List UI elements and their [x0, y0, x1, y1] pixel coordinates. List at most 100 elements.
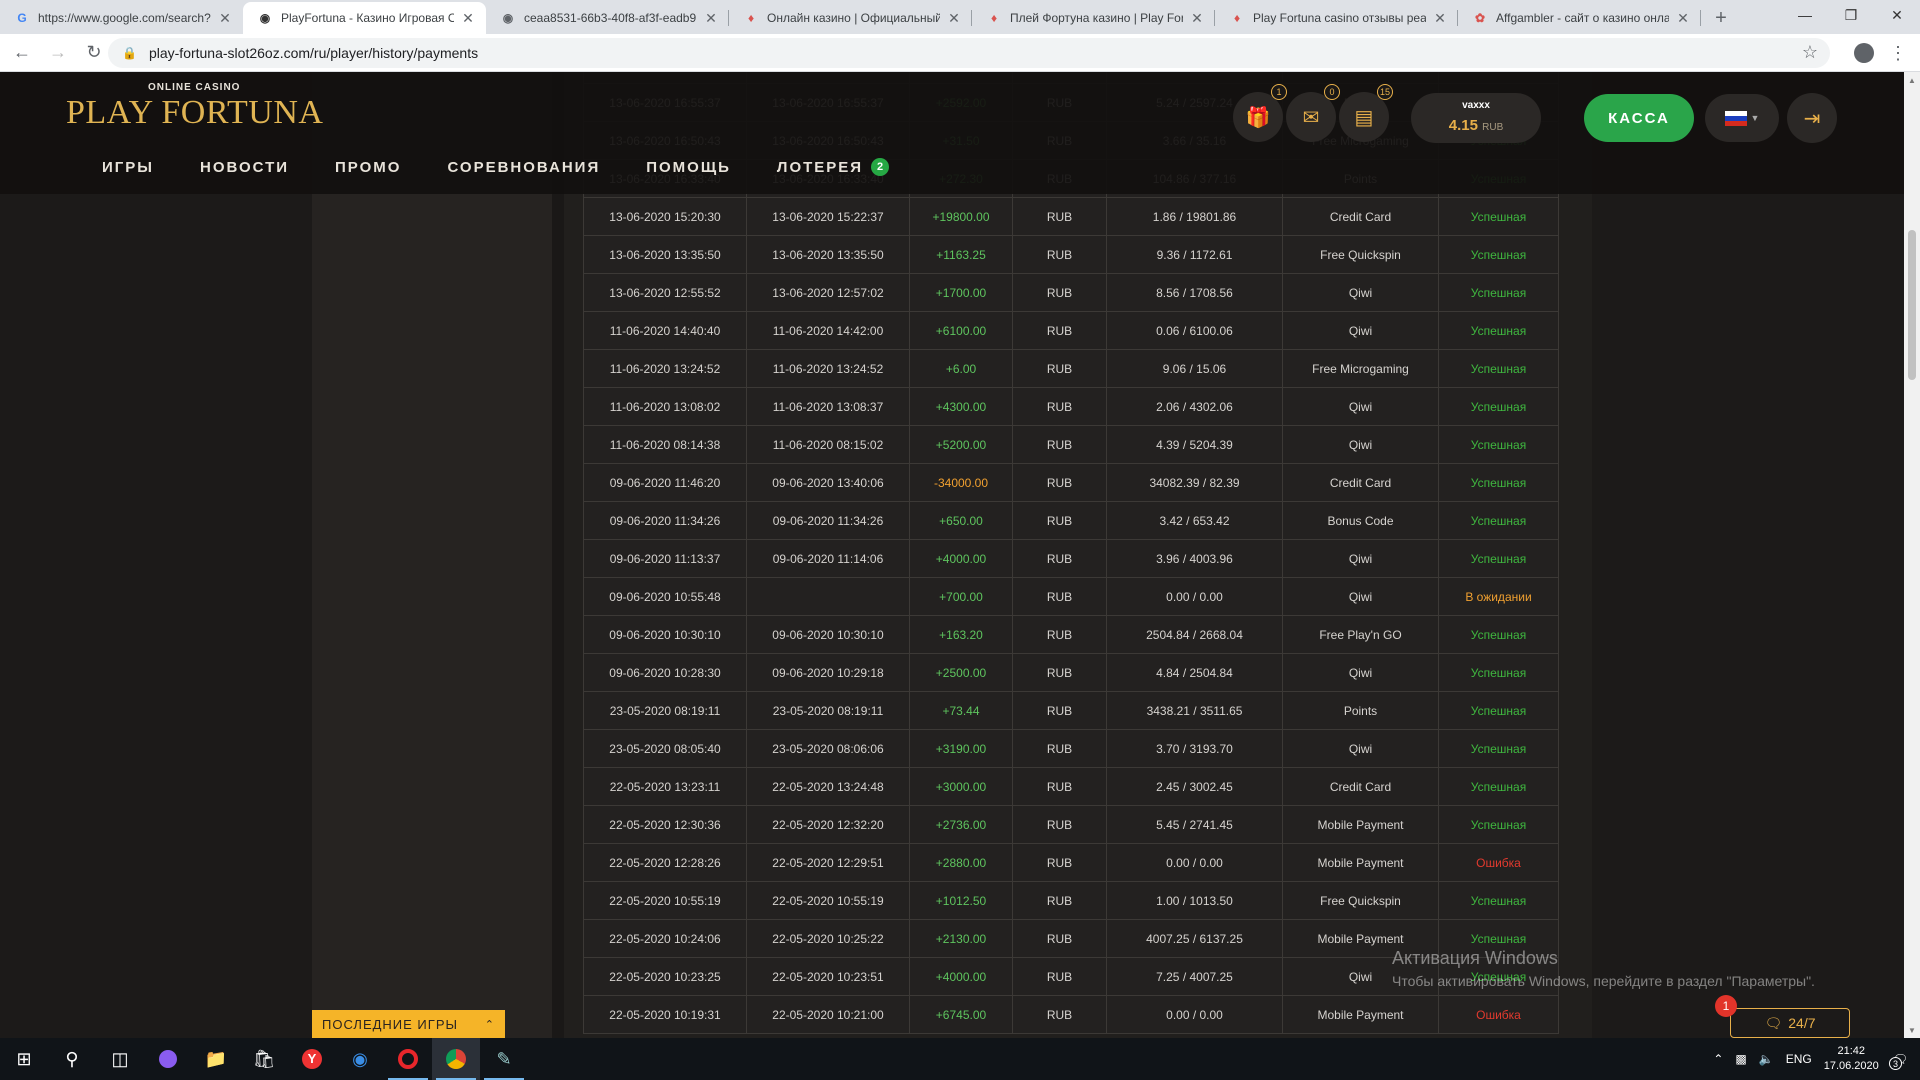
file-explorer-icon[interactable]: 📁 [192, 1038, 240, 1080]
method-cell: Bonus Code [1282, 501, 1439, 540]
table-row: 23-05-2020 08:19:11 23-05-2020 08:19:11 +7… [583, 691, 1559, 730]
new-tab-button[interactable]: + [1705, 2, 1737, 34]
url-field[interactable]: 🔒 play-fortuna-slot26oz.com/ru/player/hi… [108, 37, 1830, 68]
clock-time: 21:42 [1837, 1045, 1865, 1057]
nav-item-help[interactable]: ПОМОЩЬ [646, 158, 731, 176]
created-date-cell: 13-06-2020 12:55:52 [583, 273, 747, 312]
opera-icon[interactable] [384, 1038, 432, 1080]
browser-menu-icon[interactable]: ⋮ [1886, 39, 1910, 67]
browser-tab[interactable]: ◉ PlayFortuna - Казино Игровая О ✕ [243, 2, 486, 34]
network-icon[interactable]: ▩ [1735, 1052, 1746, 1066]
notifications-icon[interactable]: 🗨3 [1889, 1052, 1908, 1070]
chrome-icon[interactable] [432, 1038, 480, 1080]
windows-activation-watermark: Активация Windows Чтобы активировать Win… [1392, 948, 1815, 989]
nav-item-promo[interactable]: ПРОМО [335, 158, 401, 176]
amount-cell: +650.00 [909, 501, 1013, 540]
amount-cell: +4000.00 [909, 539, 1013, 578]
table-row: 11-06-2020 13:24:52 11-06-2020 13:24:52 +6… [583, 349, 1559, 388]
close-tab-icon[interactable]: ✕ [460, 10, 476, 27]
address-bar: ← → ↻ 🔒 play-fortuna-slot26oz.com/ru/pla… [0, 34, 1920, 72]
bookmark-star-icon[interactable]: ☆ [1802, 42, 1818, 63]
processed-date-cell: 22-05-2020 10:55:19 [746, 881, 910, 920]
affgambler-icon: ✿ [1474, 11, 1486, 25]
back-arrow-icon[interactable]: ← [8, 39, 36, 67]
scroll-up-arrow-icon[interactable]: ▲ [1904, 72, 1920, 88]
page-scrollbar[interactable]: ▲ ▼ [1904, 72, 1920, 1038]
nav-lottery-label: ЛОТЕРЕЯ [776, 158, 864, 176]
chat-bubble-icon: 🗨 [1764, 1014, 1783, 1031]
processed-date-cell: 13-06-2020 12:57:02 [746, 273, 910, 312]
browser-tab[interactable]: ♦ Онлайн казино | Официальный ✕ [729, 2, 972, 34]
minimize-button[interactable]: — [1782, 0, 1828, 30]
internet-explorer-icon[interactable]: ◉ [336, 1038, 384, 1080]
cashier-button[interactable]: КАССА [1584, 94, 1694, 142]
processed-date-cell: 09-06-2020 10:29:18 [746, 653, 910, 692]
task-view-icon[interactable]: ◫ [96, 1038, 144, 1080]
processed-date-cell: 22-05-2020 10:21:00 [746, 995, 910, 1034]
amount-cell: -34000.00 [909, 463, 1013, 502]
gift-icon[interactable]: 🎁 1 [1233, 84, 1287, 142]
processed-date-cell: 11-06-2020 08:15:02 [746, 425, 910, 464]
close-tab-icon[interactable]: ✕ [217, 10, 233, 27]
browser-tab[interactable]: Ghttps://www.google.com/search? ✕ [0, 2, 243, 34]
scroll-thumb[interactable] [1908, 230, 1916, 380]
forward-arrow-icon[interactable]: → [44, 39, 72, 67]
maximize-button[interactable]: ❐ [1828, 0, 1874, 30]
recent-games-toggle[interactable]: ПОСЛЕДНИЕ ИГРЫ ⌃ [312, 1010, 505, 1038]
username: vaxxx [1462, 100, 1490, 111]
store-icon[interactable]: 🛍 [240, 1038, 288, 1080]
mail-icon[interactable]: ✉ 0 [1286, 84, 1340, 142]
currency-cell: RUB [1012, 995, 1107, 1034]
created-date-cell: 09-06-2020 10:55:48 [583, 577, 747, 616]
processed-date-cell: 23-05-2020 08:06:06 [746, 729, 910, 768]
processed-date-cell: 13-06-2020 13:35:50 [746, 235, 910, 274]
calendar-icon[interactable]: ▤ 15 [1339, 84, 1393, 142]
balance-cell: 1.00 / 1013.50 [1106, 881, 1283, 920]
browser-tab[interactable]: ✿ Affgambler - сайт о казино онла ✕ [1458, 2, 1701, 34]
gift-icon: ♦ [990, 11, 998, 25]
input-language[interactable]: ENG [1786, 1052, 1812, 1066]
close-tab-icon[interactable]: ✕ [1432, 10, 1448, 27]
cortana-icon[interactable] [144, 1038, 192, 1080]
tab-title: ceaa8531-66b3-40f8-af3f-eadb9 [524, 11, 697, 25]
processed-date-cell: 09-06-2020 10:30:10 [746, 615, 910, 654]
clock[interactable]: 21:42 17.06.2020 [1824, 1044, 1879, 1074]
close-tab-icon[interactable]: ✕ [703, 10, 719, 27]
activation-text: Чтобы активировать Windows, перейдите в … [1392, 973, 1815, 989]
nav-item-games[interactable]: ИГРЫ [102, 158, 154, 176]
nav-item-news[interactable]: НОВОСТИ [200, 158, 289, 176]
close-tab-icon[interactable]: ✕ [1189, 10, 1205, 27]
balance-cell: 1.86 / 19801.86 [1106, 197, 1283, 236]
close-window-button[interactable]: ✕ [1874, 0, 1920, 30]
scroll-down-arrow-icon[interactable]: ▼ [1904, 1022, 1920, 1038]
system-tray: ⌃ ▩ 🔈 ENG 21:42 17.06.2020 🗨3 [1713, 1038, 1920, 1080]
reload-icon[interactable]: ↻ [80, 39, 108, 67]
created-date-cell: 22-05-2020 10:23:25 [583, 957, 747, 996]
nav-item-lottery[interactable]: ЛОТЕРЕЯ 2 [776, 158, 890, 176]
balance-cell: 9.36 / 1172.61 [1106, 235, 1283, 274]
browser-tab[interactable]: ♦ Play Fortuna casino отзывы реа ✕ [1215, 2, 1458, 34]
browser-tab[interactable]: ♦ Плей Фортуна казино | Play For ✕ [972, 2, 1215, 34]
method-cell: Qiwi [1282, 273, 1439, 312]
balance-widget[interactable]: vaxxx 4.15 RUB [1411, 93, 1541, 143]
language-selector[interactable]: ▼ [1705, 94, 1779, 142]
amount-cell: +3000.00 [909, 767, 1013, 806]
processed-date-cell: 22-05-2020 13:24:48 [746, 767, 910, 806]
chat-button[interactable]: 1 🗨 24/7 [1715, 995, 1850, 1038]
search-icon[interactable]: ⚲ [48, 1038, 96, 1080]
close-tab-icon[interactable]: ✕ [1675, 10, 1691, 27]
site-logo[interactable]: PLAY FORTUNA [66, 94, 323, 132]
paint-icon[interactable]: ✎ [480, 1038, 528, 1080]
calendar-count: 15 [1377, 84, 1393, 100]
browser-tab[interactable]: ◉ ceaa8531-66b3-40f8-af3f-eadb9 ✕ [486, 2, 729, 34]
method-cell: Qiwi [1282, 653, 1439, 692]
tray-chevron-up-icon[interactable]: ⌃ [1713, 1052, 1723, 1066]
close-tab-icon[interactable]: ✕ [946, 10, 962, 27]
table-row: 11-06-2020 13:08:02 11-06-2020 13:08:37 +4… [583, 387, 1559, 426]
yandex-browser-icon[interactable]: Y [288, 1038, 336, 1080]
nav-item-tournaments[interactable]: СОРЕВНОВАНИЯ [447, 158, 600, 176]
logout-icon[interactable]: ⇥ [1787, 93, 1837, 143]
windows-start-icon[interactable]: ⊞ [0, 1038, 48, 1080]
account-icon[interactable] [1850, 39, 1878, 67]
volume-icon[interactable]: 🔈 [1759, 1052, 1774, 1066]
